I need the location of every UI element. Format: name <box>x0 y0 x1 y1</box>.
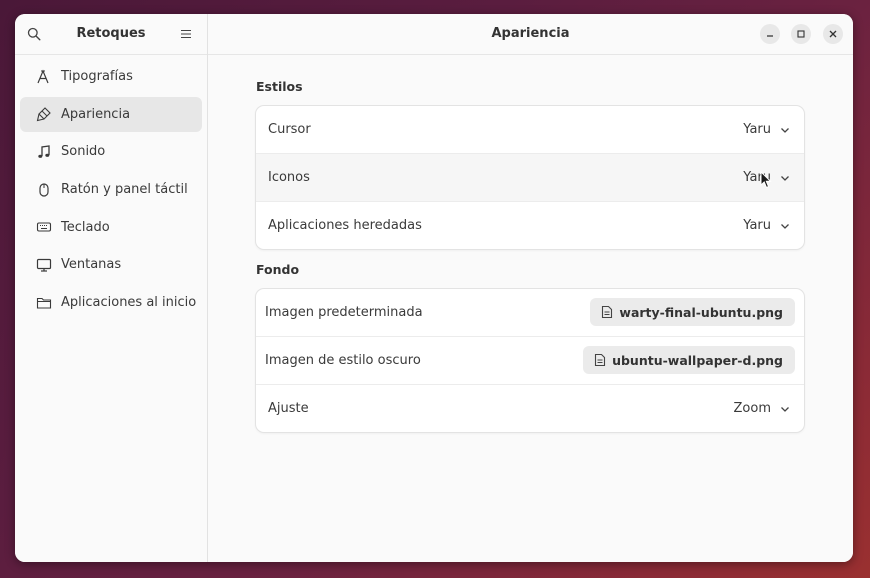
dark-image-file-button[interactable]: ubuntu-wallpaper-d.png <box>583 346 795 374</box>
cursor-dropdown[interactable]: Yaru <box>743 122 790 137</box>
legacy-apps-dropdown[interactable]: Yaru <box>743 218 790 233</box>
maximize-icon <box>797 30 805 38</box>
row-imagen-predeterminada: Imagen predeterminada warty-final-ubuntu… <box>256 289 804 337</box>
chevron-down-icon <box>781 127 789 133</box>
sidebar-item-apariencia[interactable]: Apariencia <box>20 96 202 132</box>
sidebar-item-label: Tipografías <box>61 69 133 84</box>
sidebar-item-label: Ratón y panel táctil <box>61 182 188 198</box>
sidebar-item-label: Sonido <box>61 144 106 160</box>
file-name: ubuntu-wallpaper-d.png <box>612 352 783 368</box>
styles-card: Cursor Yaru Iconos Yaru Aplicaciones her… <box>256 106 804 249</box>
maximize-button[interactable] <box>791 24 811 44</box>
keyboard-icon <box>35 218 53 236</box>
sidebar-nav: Tipografías Apariencia Sonido Ratón y pa… <box>15 55 207 320</box>
sidebar-item-raton[interactable]: Ratón y panel táctil <box>20 172 202 207</box>
chevron-down-icon <box>781 223 789 229</box>
section-title-estilos: Estilos <box>256 79 303 94</box>
row-label: Iconos <box>268 170 310 185</box>
adjustment-dropdown[interactable]: Zoom <box>734 401 790 416</box>
image-file-icon <box>593 353 607 367</box>
typography-icon <box>35 68 53 86</box>
mouse-pointer-icon <box>760 171 772 189</box>
sidebar-item-sonido[interactable]: Sonido <box>20 134 202 169</box>
default-image-file-button[interactable]: warty-final-ubuntu.png <box>590 298 795 326</box>
music-note-icon <box>35 143 53 161</box>
folder-icon <box>35 294 53 312</box>
sidebar-item-label: Apariencia <box>61 106 131 122</box>
minimize-button[interactable] <box>760 24 780 44</box>
row-label: Ajuste <box>268 401 309 416</box>
row-label: Imagen de estilo oscuro <box>265 353 421 368</box>
row-aplicaciones-heredadas[interactable]: Aplicaciones heredadas Yaru <box>256 202 804 249</box>
sidebar-item-aplicaciones-inicio[interactable]: Aplicaciones al inicio <box>20 285 202 320</box>
row-label: Cursor <box>268 122 311 137</box>
background-card: Imagen predeterminada warty-final-ubuntu… <box>256 289 804 432</box>
monitor-icon <box>35 256 53 274</box>
dropdown-value: Yaru <box>743 122 771 137</box>
sidebar-item-label: Aplicaciones al inicio <box>61 295 197 311</box>
sidebar-item-label: Teclado <box>61 219 110 235</box>
file-name: warty-final-ubuntu.png <box>619 304 783 320</box>
row-iconos[interactable]: Iconos Yaru <box>256 154 804 202</box>
row-ajuste[interactable]: Ajuste Zoom <box>256 385 804 432</box>
minimize-icon <box>767 35 773 37</box>
sidebar-item-teclado[interactable]: Teclado <box>20 210 202 245</box>
row-label: Imagen predeterminada <box>265 305 423 320</box>
row-imagen-oscuro: Imagen de estilo oscuro ubuntu-wallpaper… <box>256 337 804 385</box>
sidebar-item-label: Ventanas <box>61 257 122 273</box>
sidebar-header: Retoques <box>15 14 207 55</box>
brush-icon <box>35 105 53 123</box>
row-label: Aplicaciones heredadas <box>268 218 422 233</box>
page-title: Apariencia <box>491 26 570 41</box>
chevron-down-icon <box>781 406 789 412</box>
image-file-icon <box>600 305 614 319</box>
close-icon <box>829 30 837 38</box>
mouse-icon <box>35 181 53 199</box>
sidebar-item-ventanas[interactable]: Ventanas <box>20 247 202 282</box>
section-title-fondo: Fondo <box>256 262 300 277</box>
tweaks-window: Retoques Tipografías Apariencia Sonido R… <box>15 14 853 562</box>
dropdown-value: Yaru <box>743 218 771 233</box>
main-header: Apariencia <box>208 14 853 55</box>
hamburger-menu-icon[interactable] <box>175 23 197 45</box>
dropdown-value: Zoom <box>733 401 771 416</box>
close-button[interactable] <box>823 24 843 44</box>
main-panel: Apariencia Estilos Cursor Yaru Iconos Ya… <box>208 14 853 562</box>
sidebar: Retoques Tipografías Apariencia Sonido R… <box>15 14 208 562</box>
sidebar-item-tipografias[interactable]: Tipografías <box>20 59 202 94</box>
row-cursor[interactable]: Cursor Yaru <box>256 106 804 154</box>
chevron-down-icon <box>781 175 789 181</box>
